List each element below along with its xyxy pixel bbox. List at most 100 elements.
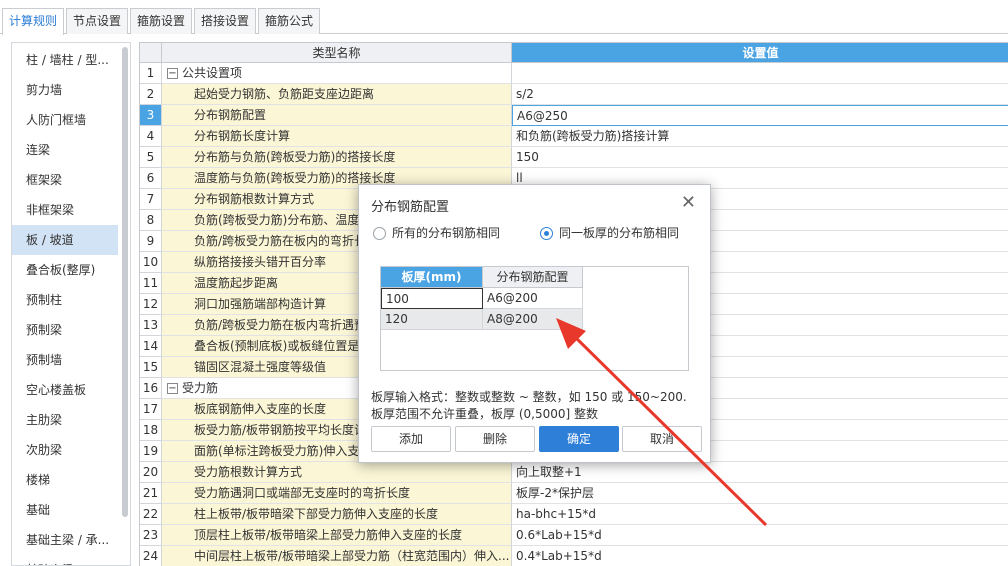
row-number: 8 bbox=[140, 210, 162, 231]
nav-item-precast-beam[interactable]: 预制梁 bbox=[12, 315, 118, 345]
row-number: 13 bbox=[140, 315, 162, 336]
row-number: 24 bbox=[140, 546, 162, 566]
row-number: 20 bbox=[140, 462, 162, 483]
row-number: 16 bbox=[140, 378, 162, 399]
setting-name: 分布筋与负筋(跨板受力筋)的搭接长度 bbox=[162, 147, 512, 168]
table-row[interactable]: 20 受力筋根数计算方式 向上取整+1 bbox=[140, 462, 1008, 483]
nav-item-foundation-main-beam[interactable]: 基础主梁 / 承... bbox=[12, 525, 118, 555]
nav-item-stairs[interactable]: 楼梯 bbox=[12, 465, 118, 495]
table-row[interactable]: 21 受力筋遇洞口或端部无支座时的弯折长度 板厚-2*保护层 bbox=[140, 483, 1008, 504]
setting-name: 受力筋根数计算方式 bbox=[162, 462, 512, 483]
nav-item-coupling-beam[interactable]: 连梁 bbox=[12, 135, 118, 165]
collapse-icon[interactable]: − bbox=[167, 383, 178, 394]
nav-item-slab-ramp[interactable]: 板 / 坡道 bbox=[12, 225, 118, 255]
setting-value[interactable]: 0.4*Lab+15*d bbox=[512, 546, 1008, 566]
row-number: 22 bbox=[140, 504, 162, 525]
nav-item-frame-beam[interactable]: 框架梁 bbox=[12, 165, 118, 195]
group-label: 公共设置项 bbox=[182, 66, 243, 80]
nav-item-main-rib-beam[interactable]: 主肋梁 bbox=[12, 405, 118, 435]
nav-item-precast-wall[interactable]: 预制墙 bbox=[12, 345, 118, 375]
hint-range: 板厚范围不允许重叠，板厚 (0,5000] 整数 bbox=[371, 407, 598, 421]
add-button[interactable]: 添加 bbox=[371, 426, 451, 452]
grid-header-type-name: 类型名称 bbox=[162, 43, 512, 63]
radio-unchecked-icon[interactable] bbox=[373, 227, 386, 240]
ok-button[interactable]: 确定 bbox=[539, 426, 619, 452]
table-row[interactable]: 24 中间层柱上板带/板带暗梁上部受力筋（柱宽范围内）伸入... 0.4*Lab+1… bbox=[140, 546, 1008, 566]
row-number: 4 bbox=[140, 126, 162, 147]
distribution-rebar-dialog: 分布钢筋配置 ✕ 所有的分布钢筋相同 同一板厚的分布筋相同 板厚(mm) 分布钢… bbox=[358, 184, 711, 463]
setting-value[interactable]: 0.6*Lab+15*d bbox=[512, 525, 1008, 546]
row-number: 5 bbox=[140, 147, 162, 168]
tab-bar: 计算规则 节点设置 箍筋设置 搭接设置 箍筋公式 bbox=[0, 0, 1008, 35]
delete-button[interactable]: 删除 bbox=[455, 426, 535, 452]
setting-name: 顶层柱上板带/板带暗梁上部受力筋伸入支座的长度 bbox=[162, 525, 512, 546]
radio-same-thickness-label: 同一板厚的分布筋相同 bbox=[559, 226, 680, 240]
dialog-title: 分布钢筋配置 bbox=[371, 200, 450, 215]
cancel-button[interactable]: 取消 bbox=[622, 426, 702, 452]
row-number: 12 bbox=[140, 294, 162, 315]
table-row[interactable]: 4 分布钢筋长度计算 和负筋(跨板受力筋)搭接计算 bbox=[140, 126, 1008, 147]
setting-value[interactable]: 板厚-2*保护层 bbox=[512, 483, 1008, 504]
tab-node-settings[interactable]: 节点设置 bbox=[66, 8, 128, 34]
group-label: 受力筋 bbox=[182, 381, 219, 395]
config-cell-2[interactable]: A8@200 bbox=[483, 309, 583, 330]
nav-scrollbar[interactable] bbox=[122, 47, 128, 517]
close-icon[interactable]: ✕ bbox=[681, 194, 696, 212]
table-row[interactable]: 1− 公共设置项 bbox=[140, 63, 1008, 84]
table-row[interactable]: 3 分布钢筋配置 A6@250 bbox=[140, 105, 1008, 126]
collapse-icon[interactable]: − bbox=[167, 68, 178, 79]
nav-item-column[interactable]: 柱 / 墙柱 / 型... bbox=[12, 45, 118, 75]
tab-calc-rules[interactable]: 计算规则 bbox=[2, 8, 64, 35]
radio-all-same-label: 所有的分布钢筋相同 bbox=[392, 226, 501, 240]
setting-value[interactable]: 150 bbox=[512, 147, 1008, 168]
thickness-cell-1[interactable]: 100 bbox=[381, 288, 483, 309]
radio-all-same[interactable]: 所有的分布钢筋相同 bbox=[373, 225, 500, 241]
setting-value[interactable]: 和负筋(跨板受力筋)搭接计算 bbox=[512, 126, 1008, 147]
row-number: 17 bbox=[140, 399, 162, 420]
col-header-config: 分布钢筋配置 bbox=[483, 267, 583, 288]
thickness-cell-2[interactable]: 120 bbox=[381, 309, 483, 330]
row-number: 1 bbox=[140, 63, 162, 84]
tab-stirrup-formula[interactable]: 箍筋公式 bbox=[258, 8, 320, 34]
grid-header-value: 设置值 bbox=[512, 43, 1008, 63]
col-header-thickness: 板厚(mm) bbox=[381, 267, 483, 288]
nav-item-shear-wall[interactable]: 剪力墙 bbox=[12, 75, 118, 105]
setting-value[interactable]: ha-bhc+15*d bbox=[512, 504, 1008, 525]
setting-name: 中间层柱上板带/板带暗梁上部受力筋（柱宽范围内）伸入... bbox=[162, 546, 512, 566]
nav-item-foundation-secondary-beam[interactable]: 基础次梁 bbox=[12, 555, 118, 565]
row-number: 18 bbox=[140, 420, 162, 441]
setting-value[interactable]: s/2 bbox=[512, 84, 1008, 105]
tab-stirrup-settings[interactable]: 箍筋设置 bbox=[130, 8, 192, 34]
nav-item-precast-column[interactable]: 预制柱 bbox=[12, 285, 118, 315]
setting-name: 分布钢筋长度计算 bbox=[162, 126, 512, 147]
row-number: 11 bbox=[140, 273, 162, 294]
hint-format: 板厚输入格式：整数或整数 ~ 整数，如 150 或 150~200. bbox=[371, 390, 687, 404]
nav-item-foundation[interactable]: 基础 bbox=[12, 495, 118, 525]
row-number: 2 bbox=[140, 84, 162, 105]
tab-lap-settings[interactable]: 搭接设置 bbox=[194, 8, 256, 34]
radio-checked-icon[interactable] bbox=[540, 227, 553, 240]
table-row[interactable]: 2 起始受力钢筋、负筋距支座边距离 s/2 bbox=[140, 84, 1008, 105]
row-number: 19 bbox=[140, 441, 162, 462]
table-row[interactable]: 23 顶层柱上板带/板带暗梁上部受力筋伸入支座的长度 0.6*Lab+15*d bbox=[140, 525, 1008, 546]
setting-value[interactable] bbox=[512, 63, 1008, 84]
setting-name: 柱上板带/板带暗梁下部受力筋伸入支座的长度 bbox=[162, 504, 512, 525]
table-row[interactable]: 22 柱上板带/板带暗梁下部受力筋伸入支座的长度 ha-bhc+15*d bbox=[140, 504, 1008, 525]
row-number: 10 bbox=[140, 252, 162, 273]
nav-item-non-frame-beam[interactable]: 非框架梁 bbox=[12, 195, 118, 225]
setting-value[interactable]: A6@250 bbox=[512, 105, 1008, 126]
row-number: 7 bbox=[140, 189, 162, 210]
nav-item-civil-defense-door-wall[interactable]: 人防门框墙 bbox=[12, 105, 118, 135]
thickness-config-table: 板厚(mm) 分布钢筋配置 100 A6@200 120 A8@200 bbox=[380, 266, 689, 371]
nav-item-composite-slab[interactable]: 叠合板(整厚) bbox=[12, 255, 118, 285]
config-cell-1[interactable]: A6@200 bbox=[483, 288, 583, 309]
row-number: 9 bbox=[140, 231, 162, 252]
nav-item-hollow-floor-slab[interactable]: 空心楼盖板 bbox=[12, 375, 118, 405]
row-number: 23 bbox=[140, 525, 162, 546]
table-row[interactable]: 5 分布筋与负筋(跨板受力筋)的搭接长度 150 bbox=[140, 147, 1008, 168]
component-type-list: 柱 / 墙柱 / 型... 剪力墙 人防门框墙 连梁 框架梁 非框架梁 板 / … bbox=[11, 42, 131, 566]
nav-item-secondary-rib-beam[interactable]: 次肋梁 bbox=[12, 435, 118, 465]
setting-value[interactable]: 向上取整+1 bbox=[512, 462, 1008, 483]
setting-name: 起始受力钢筋、负筋距支座边距离 bbox=[162, 84, 512, 105]
radio-same-thickness[interactable]: 同一板厚的分布筋相同 bbox=[540, 225, 679, 241]
